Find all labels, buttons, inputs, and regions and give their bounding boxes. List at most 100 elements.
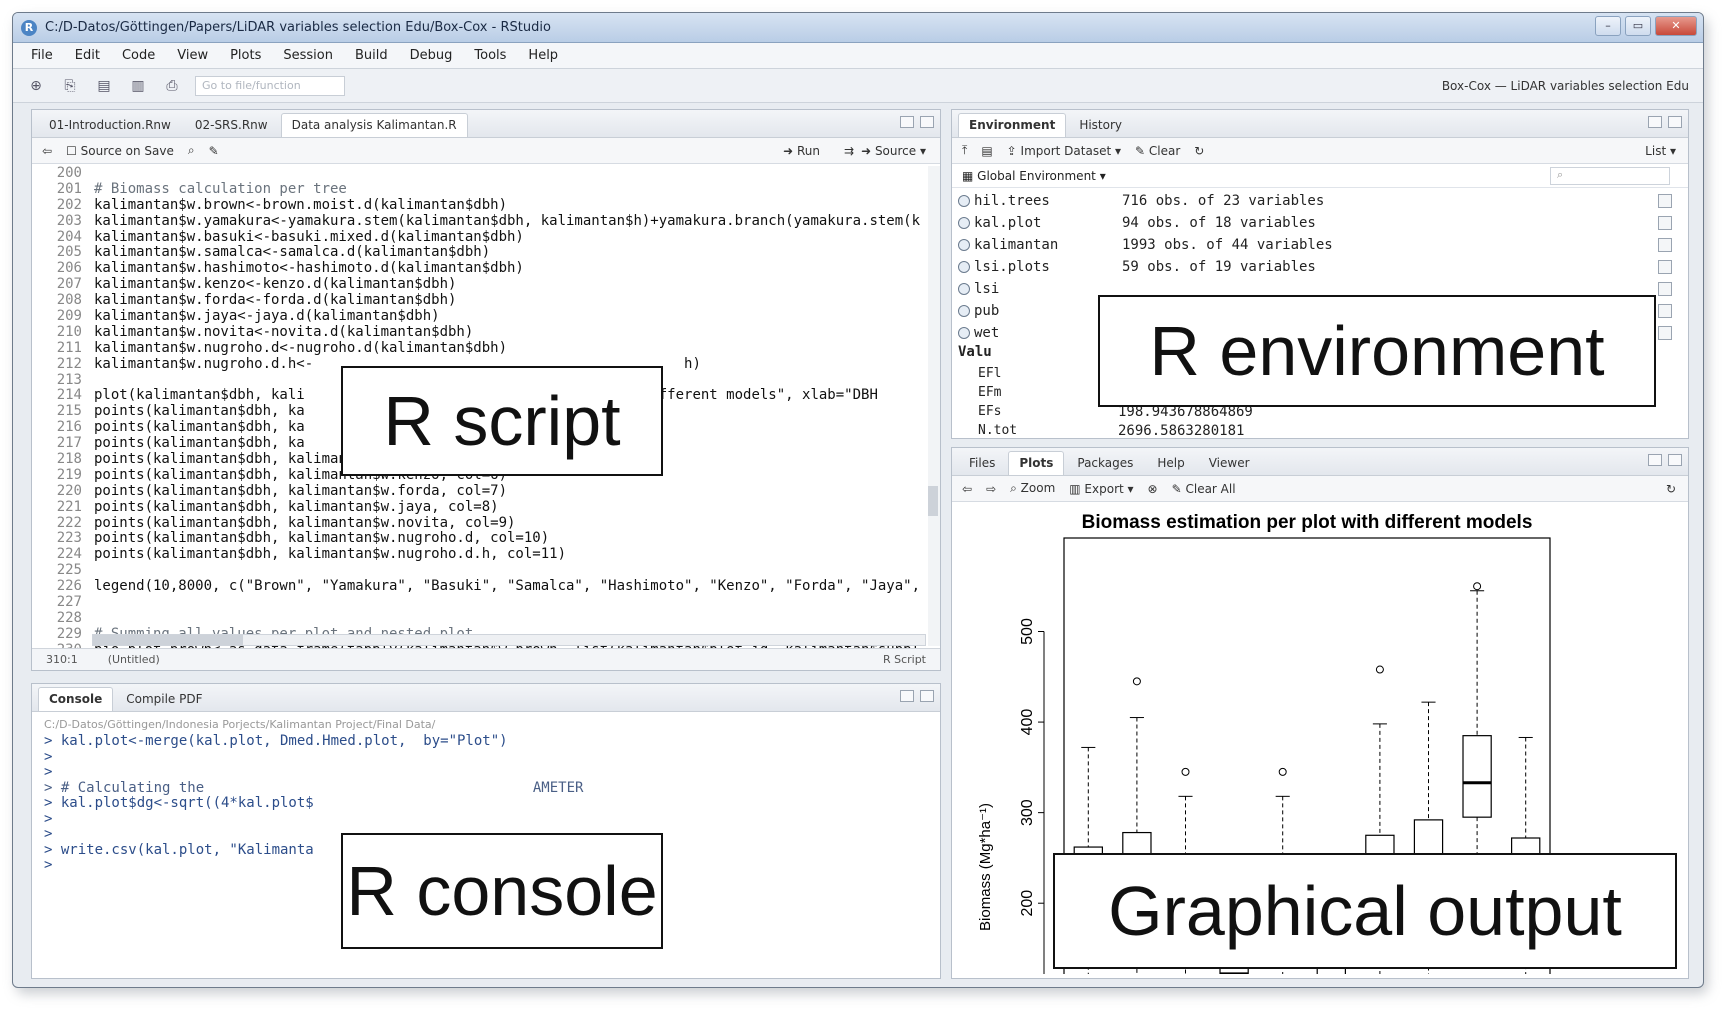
view-data-icon[interactable] xyxy=(1658,326,1672,340)
minimize-button[interactable]: – xyxy=(1595,16,1621,36)
env-data-row[interactable]: hil.trees 716 obs. of 23 variables xyxy=(952,190,1688,212)
rstudio-window: R C:/D-Datos/Göttingen/Papers/LiDAR vari… xyxy=(12,12,1704,988)
tab-files[interactable]: Files xyxy=(958,451,1006,475)
print-icon[interactable]: ⎙ xyxy=(161,76,183,96)
horizontal-scrollbar[interactable] xyxy=(92,634,926,646)
code-line: points(kalimantan$dbh, kalimantan$w.nugr… xyxy=(94,530,550,547)
minimize-console-button[interactable] xyxy=(900,690,914,702)
wand-icon[interactable]: ✎ xyxy=(209,144,219,158)
env-value-name: N.tot xyxy=(978,423,1018,438)
view-data-icon[interactable] xyxy=(1658,194,1672,208)
rerun-button[interactable]: ⇉ xyxy=(844,144,854,158)
open-project-icon[interactable]: ⎘ xyxy=(59,76,81,96)
env-data-row[interactable]: kalimantan 1993 obs. of 44 variables xyxy=(952,234,1688,256)
tab-environment[interactable]: Environment xyxy=(958,113,1067,137)
view-data-icon[interactable] xyxy=(1658,216,1672,230)
minimize-plots-button[interactable] xyxy=(1648,454,1662,466)
expand-icon[interactable] xyxy=(958,239,970,251)
menu-build[interactable]: Build xyxy=(355,48,388,63)
file-type-selector[interactable]: R Script xyxy=(883,653,926,666)
line-number: 206 xyxy=(56,260,82,277)
menu-file[interactable]: File xyxy=(31,48,53,63)
menu-code[interactable]: Code xyxy=(122,48,155,63)
expand-icon[interactable] xyxy=(958,327,970,339)
run-button[interactable]: ➜ Run xyxy=(783,144,820,158)
menu-help[interactable]: Help xyxy=(528,48,558,63)
export-button[interactable]: ▥ Export ▾ xyxy=(1069,482,1133,496)
tab-help[interactable]: Help xyxy=(1146,451,1195,475)
env-search-input[interactable]: ⌕ xyxy=(1550,166,1670,185)
save-icon[interactable]: ▤ xyxy=(93,76,115,96)
view-mode-selector[interactable]: List ▾ xyxy=(1645,144,1676,158)
menu-edit[interactable]: Edit xyxy=(75,48,100,63)
line-number: 227 xyxy=(56,594,82,611)
line-number: 218 xyxy=(56,451,82,468)
expand-icon[interactable] xyxy=(958,217,970,229)
maximize-plots-button[interactable] xyxy=(1668,454,1682,466)
clear-all-button[interactable]: ✎ Clear All xyxy=(1172,482,1236,496)
scrollbar-thumb[interactable] xyxy=(93,635,243,645)
vscroll-thumb[interactable] xyxy=(928,486,938,516)
goto-file-input[interactable]: Go to file/function xyxy=(195,75,345,96)
vertical-scrollbar[interactable] xyxy=(928,166,940,646)
line-number: 215 xyxy=(56,403,82,420)
menu-tools[interactable]: Tools xyxy=(474,48,506,63)
view-data-icon[interactable] xyxy=(1658,260,1672,274)
refresh-plot-icon[interactable]: ↻ xyxy=(1666,482,1676,496)
import-dataset-button[interactable]: ⇪ Import Dataset ▾ xyxy=(1007,144,1121,158)
new-file-icon[interactable]: ⊕ xyxy=(25,76,47,96)
next-plot-icon[interactable]: ⇨ xyxy=(986,482,996,496)
tab-history[interactable]: History xyxy=(1068,113,1133,137)
maximize-pane-button[interactable] xyxy=(920,116,934,128)
remove-plot-icon[interactable]: ⊗ xyxy=(1148,482,1158,496)
tab-viewer[interactable]: Viewer xyxy=(1198,451,1261,475)
env-value-row[interactable]: N.tot 2696.5863280181 xyxy=(952,421,1688,439)
expand-icon[interactable] xyxy=(958,283,970,295)
prev-plot-icon[interactable]: ⇦ xyxy=(962,482,972,496)
tab-intro-rnw[interactable]: 01-Introduction.Rnw xyxy=(38,113,182,137)
refresh-icon[interactable]: ↻ xyxy=(1194,144,1204,158)
tab-plots[interactable]: Plots xyxy=(1008,451,1065,475)
env-data-row[interactable]: kal.plot 94 obs. of 18 variables xyxy=(952,212,1688,234)
callout-graphical-output-text: Graphical output xyxy=(1108,872,1622,950)
scope-selector[interactable]: (Untitled) xyxy=(108,653,160,666)
maximize-console-button[interactable] xyxy=(920,690,934,702)
view-data-icon[interactable] xyxy=(1658,304,1672,318)
tab-srs-rnw[interactable]: 02-SRS.Rnw xyxy=(184,113,279,137)
scope-selector[interactable]: ▦ Global Environment ▾ xyxy=(962,169,1106,183)
search-icon[interactable]: ⌕ xyxy=(188,143,195,158)
line-number: 203 xyxy=(56,212,82,229)
env-data-row[interactable]: lsi.plots 59 obs. of 19 variables xyxy=(952,256,1688,278)
tab-compile-pdf[interactable]: Compile PDF xyxy=(115,687,213,711)
view-data-icon[interactable] xyxy=(1658,282,1672,296)
source-button[interactable]: ➜ Source ▾ xyxy=(861,144,926,158)
tab-packages[interactable]: Packages xyxy=(1066,451,1144,475)
expand-icon[interactable] xyxy=(958,261,970,273)
menu-debug[interactable]: Debug xyxy=(410,48,453,63)
project-menu[interactable]: Box-Cox — LiDAR variables selection Edu xyxy=(1442,79,1689,93)
outlier-point xyxy=(1181,767,1190,776)
minimize-env-button[interactable] xyxy=(1648,116,1662,128)
menu-view[interactable]: View xyxy=(177,48,208,63)
source-on-save-checkbox[interactable]: ☐ Source on Save xyxy=(66,144,174,158)
minimize-pane-button[interactable] xyxy=(900,116,914,128)
line-number: 229 xyxy=(56,625,82,642)
back-arrow-icon[interactable]: ⇦ xyxy=(42,144,52,158)
maximize-button[interactable]: ▭ xyxy=(1625,16,1651,36)
maximize-env-button[interactable] xyxy=(1668,116,1682,128)
tab-data-analysis-r[interactable]: Data analysis Kalimantan.R xyxy=(280,113,468,137)
menu-session[interactable]: Session xyxy=(283,48,333,63)
console-line: > xyxy=(44,764,53,780)
close-button[interactable]: ✕ xyxy=(1655,16,1697,36)
expand-icon[interactable] xyxy=(958,195,970,207)
load-workspace-icon[interactable]: ⤒ xyxy=(962,143,967,158)
menu-plots[interactable]: Plots xyxy=(230,48,261,63)
env-object-name: hil.trees xyxy=(974,193,1050,209)
tab-console[interactable]: Console xyxy=(38,687,114,711)
save-all-icon[interactable]: ▥ xyxy=(127,76,149,96)
view-data-icon[interactable] xyxy=(1658,238,1672,252)
expand-icon[interactable] xyxy=(958,305,970,317)
save-workspace-icon[interactable]: ▤ xyxy=(981,144,992,158)
zoom-button[interactable]: ⌕ Zoom xyxy=(1010,481,1055,496)
clear-env-button[interactable]: ✎ Clear xyxy=(1135,144,1180,158)
